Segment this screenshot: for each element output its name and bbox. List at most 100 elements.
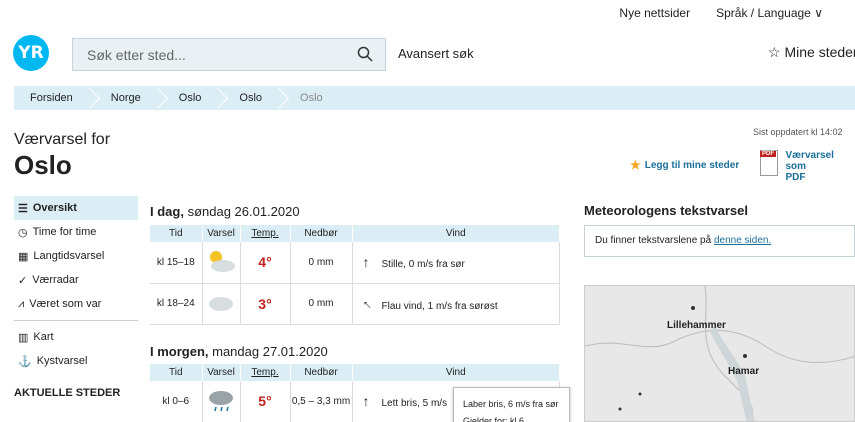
sidebar-item-kystvarsel[interactable]: ⚓ Kystvarsel [14, 349, 138, 373]
sidebar-item-langtidsvarsel[interactable]: ▦ Langtidsvarsel [14, 244, 138, 268]
breadcrumb-current: Oslo [300, 92, 323, 104]
col-header: Nedbør [290, 364, 353, 381]
clock-icon: ◷ [18, 226, 28, 239]
breadcrumb-item[interactable]: Oslo [163, 86, 224, 110]
sidebar-item-vaeret-som-var[interactable]: ⩘ Været som var [14, 292, 138, 316]
anchor-icon: ⚓ [18, 355, 32, 368]
precip-cell: 0,5 – 3,3 mm [290, 381, 353, 422]
wind-tooltip: Laber bris, 6 m/s fra sør Gjelder for: k… [453, 387, 570, 422]
tooltip-line-2: Gjelder for: kl 6 [463, 416, 525, 422]
table-row: kl 18–24 3° 0 mm ↑ Flau vind, 1 m/s fra s… [150, 283, 560, 325]
wind-text: Stille, 0 m/s fra sør [381, 259, 465, 271]
weather-cell [202, 242, 241, 284]
col-header: Varsel [202, 364, 241, 381]
search-input[interactable]: Søk etter sted... [72, 38, 386, 71]
col-header[interactable]: Temp. [240, 364, 291, 381]
meteorologist-link[interactable]: denne siden. [714, 235, 771, 246]
pdf-forecast-link[interactable]: Værvarsel somPDF [760, 150, 855, 183]
tooltip-line-1: Laber bris, 6 m/s fra sør [463, 399, 559, 409]
top-links: Nye nettsider Språk / Language ∨ [619, 6, 855, 20]
time-cell: kl 0–6 [150, 381, 203, 422]
calendar-icon: ▦ [18, 250, 29, 263]
sidebar-item-label: Oversikt [32, 202, 77, 214]
search-placeholder: Søk etter sted... [87, 46, 186, 63]
wind-cell: ↑ Flau vind, 1 m/s fra sørøst [352, 283, 560, 325]
rain-cloud-icon [209, 390, 233, 411]
map-background [585, 286, 854, 421]
weather-cell [202, 283, 241, 325]
col-header: Varsel [202, 225, 241, 242]
new-sites-link[interactable]: Nye nettsider [619, 6, 690, 20]
sidebar-item-kart[interactable]: ▥ Kart [14, 325, 138, 349]
table-header: Tid Varsel Temp. Nedbør Vind [150, 364, 560, 381]
star-outline-icon: ☆ [768, 44, 781, 60]
meteorologist-box: Du finner tekstvarslene på denne siden. [584, 225, 855, 257]
temp-cell: 5° [240, 381, 291, 422]
wind-arrow-icon: ↑ [362, 393, 370, 410]
add-to-my-places-link[interactable]: ★ Legg til mine steder [630, 158, 739, 172]
breadcrumb-item[interactable]: Forsiden [14, 86, 95, 110]
my-places-label: Mine steder [784, 44, 855, 60]
col-header[interactable]: Temp. [240, 225, 291, 242]
map-label-hamar: Hamar [728, 366, 760, 377]
pdf-label-2: PDF [785, 172, 806, 183]
weather-map[interactable]: Lillehammer Hamar [584, 285, 855, 422]
language-label: Språk / Language [716, 6, 811, 20]
table-header: Tid Varsel Temp. Nedbør Vind [150, 225, 560, 242]
sidebar-item-vaerradar[interactable]: ✓ Værradar [14, 268, 138, 292]
table-row: kl 15–18 4° 0 mm ↑ Stille, 0 m/s fra sør [150, 242, 560, 284]
cloud-icon [209, 297, 233, 311]
temp-cell: 4° [240, 242, 291, 284]
pdf-label-1: Værvarsel som [785, 150, 834, 172]
time-cell: kl 18–24 [150, 283, 203, 325]
today-label-date: søndag 26.01.2020 [183, 204, 300, 219]
sidebar-item-label: Været som var [29, 298, 102, 310]
page-subtitle: Værvarsel for [14, 131, 111, 148]
meteorologist-text: Du finner tekstvarslene på [595, 235, 714, 246]
radar-icon: ✓ [18, 274, 28, 287]
partly-sunny-icon [210, 250, 235, 272]
wind-arrow-icon: ↑ [362, 254, 370, 271]
breadcrumb-item[interactable]: Norge [95, 86, 163, 110]
sidebar-divider [14, 320, 138, 321]
col-header: Tid [150, 225, 203, 242]
last-updated: Sist oppdatert kl 14:02 [753, 127, 843, 137]
list-icon: ☰ [18, 202, 28, 215]
tomorrow-label-date: mandag 27.01.2020 [208, 344, 328, 359]
star-icon: ★ [630, 158, 641, 172]
sidebar-item-label: Langtidsvarsel [33, 250, 105, 262]
map-icon: ▥ [18, 331, 29, 344]
wind-arrow-icon: ↑ [357, 295, 375, 312]
weather-cell [202, 381, 241, 422]
wind-text: Flau vind, 1 m/s fra sørøst [381, 300, 498, 312]
search-icon[interactable] [357, 46, 373, 62]
meteorologist-heading: Meteorologens tekstvarsel [584, 203, 749, 218]
sidebar: ☰ Oversikt ◷ Time for time ▦ Langtidsvarsel… [14, 196, 138, 399]
precip-cell: 0 mm [290, 242, 353, 284]
map-label-lillehammer: Lillehammer [667, 320, 726, 331]
temp-cell: 3° [240, 283, 291, 325]
col-header: Vind [352, 364, 560, 381]
advanced-search-link[interactable]: Avansert søk [398, 46, 474, 61]
page-title: Oslo [14, 150, 72, 180]
breadcrumb-item[interactable]: Oslo [223, 86, 284, 110]
sidebar-item-label: Kart [33, 331, 54, 343]
sidebar-item-label: Kystvarsel [36, 355, 88, 367]
add-to-my-places-label: Legg til mine steder [644, 159, 740, 171]
today-label-bold: I dag, [150, 204, 184, 219]
today-heading: I dag, søndag 26.01.2020 [150, 204, 300, 219]
sidebar-item-label: Time for time [32, 226, 97, 238]
tomorrow-heading: I morgen, mandag 27.01.2020 [150, 344, 328, 359]
language-selector[interactable]: Språk / Language ∨ [716, 6, 829, 20]
chart-icon: ⩘ [18, 297, 25, 310]
breadcrumb: Forsiden Norge Oslo Oslo Oslo [14, 86, 855, 110]
tomorrow-label-bold: I morgen, [150, 344, 209, 359]
wind-cell: ↑ Stille, 0 m/s fra sør [352, 242, 560, 284]
my-places-button[interactable]: ☆ Mine steder [768, 44, 855, 61]
time-cell: kl 15–18 [150, 242, 203, 284]
current-places-heading: AKTUELLE STEDER [14, 387, 121, 399]
yr-logo[interactable]: YR [13, 35, 49, 71]
sidebar-item-oversikt[interactable]: ☰ Oversikt [14, 196, 138, 220]
sidebar-item-time-for-time[interactable]: ◷ Time for time [14, 220, 138, 244]
chevron-down-icon: ∨ [814, 6, 823, 20]
